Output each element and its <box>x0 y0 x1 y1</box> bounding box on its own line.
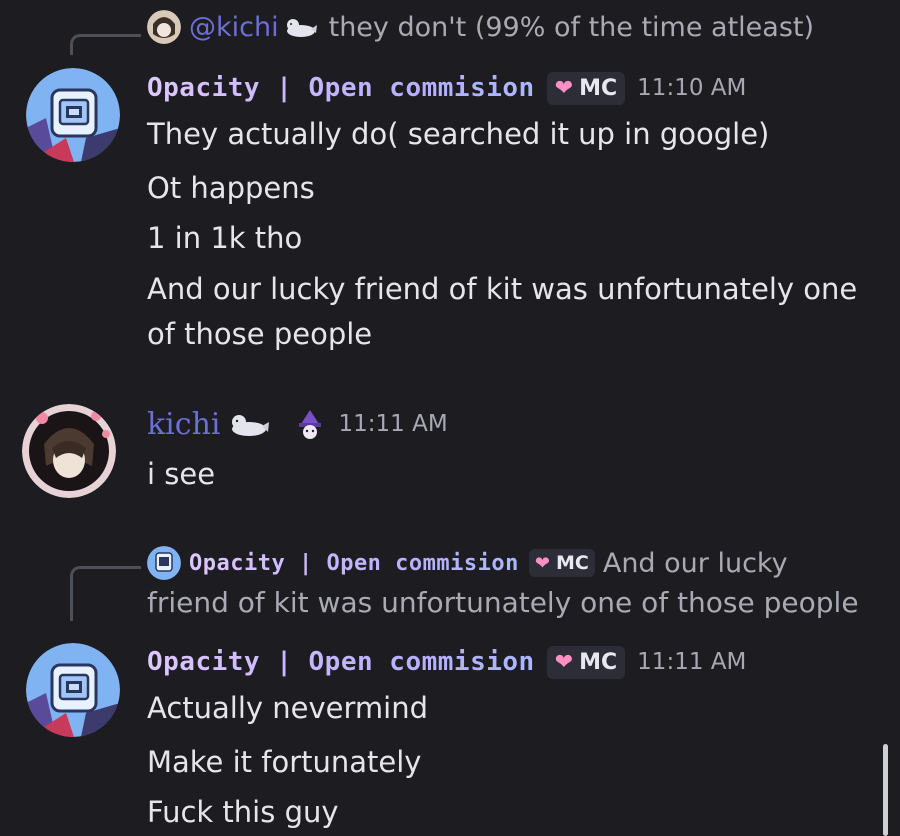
message-line: Fuck this guy <box>147 795 339 829</box>
reply-connector <box>70 34 141 55</box>
heart-icon: ❤ <box>554 75 574 101</box>
timestamp: 11:11 AM <box>338 411 448 437</box>
reply-preview[interactable]: Opacity | Open commision ❤ MC And our lu… <box>147 543 788 583</box>
seal-icon <box>231 415 269 436</box>
reply-preview[interactable]: @kichi they don't (99% of the time atlea… <box>147 8 814 46</box>
reply-connector <box>70 566 141 621</box>
username[interactable]: kichi <box>147 407 221 442</box>
chat-view: @kichi they don't (99% of the time atlea… <box>0 0 900 836</box>
opacity-avatar[interactable] <box>26 643 120 737</box>
opacity-avatar-image <box>26 643 120 737</box>
kichi-avatar[interactable] <box>22 404 116 498</box>
reply-text-continued: friend of kit was unfortunately one of t… <box>147 586 859 619</box>
opacity-avatar[interactable] <box>26 68 120 162</box>
username[interactable]: Opacity | Open commision <box>147 73 535 103</box>
reply-mention[interactable]: @kichi <box>189 12 279 43</box>
message-line: 1 in 1k tho <box>147 221 303 255</box>
heart-icon: ❤ <box>554 649 574 675</box>
timestamp: 11:10 AM <box>637 75 747 101</box>
role-tag[interactable]: ❤ MC <box>546 71 626 105</box>
message-line: They actually do( searched it up in goog… <box>147 117 770 151</box>
role-tag[interactable]: ❤ MC <box>528 549 595 577</box>
message-line: i see <box>147 457 216 491</box>
message-line: Make it fortunately <box>147 745 422 779</box>
message-header: Opacity | Open commision ❤ MC 11:10 AM <box>147 68 746 108</box>
scrollbar-thumb[interactable] <box>883 744 888 836</box>
opacity-avatar-small <box>147 546 181 580</box>
role-tag-label: MC <box>555 552 589 574</box>
role-tag-label: MC <box>579 75 618 101</box>
heart-icon: ❤ <box>534 552 550 574</box>
reply-text: And our lucky <box>602 547 788 579</box>
timestamp: 11:11 AM <box>637 649 747 675</box>
role-tag-label: MC <box>579 649 618 675</box>
witch-badge-icon[interactable] <box>295 408 325 440</box>
message-header: kichi 11:11 AM <box>147 402 448 446</box>
reply-username[interactable]: Opacity | Open commision <box>189 551 519 576</box>
kichi-avatar-image <box>22 404 116 498</box>
role-tag[interactable]: ❤ MC <box>546 645 626 679</box>
username[interactable]: Opacity | Open commision <box>147 647 535 677</box>
message-line: Ot happens <box>147 171 315 205</box>
message-header: Opacity | Open commision ❤ MC 11:11 AM <box>147 642 746 682</box>
seal-icon <box>286 19 317 37</box>
message-line: of those people <box>147 317 373 351</box>
message-line: Actually nevermind <box>147 691 429 725</box>
message-line: And our lucky friend of kit was unfortun… <box>147 272 858 306</box>
kichi-avatar-small <box>147 10 181 44</box>
reply-text: they don't (99% of the time atleast) <box>328 11 815 43</box>
opacity-avatar-image <box>26 68 120 162</box>
